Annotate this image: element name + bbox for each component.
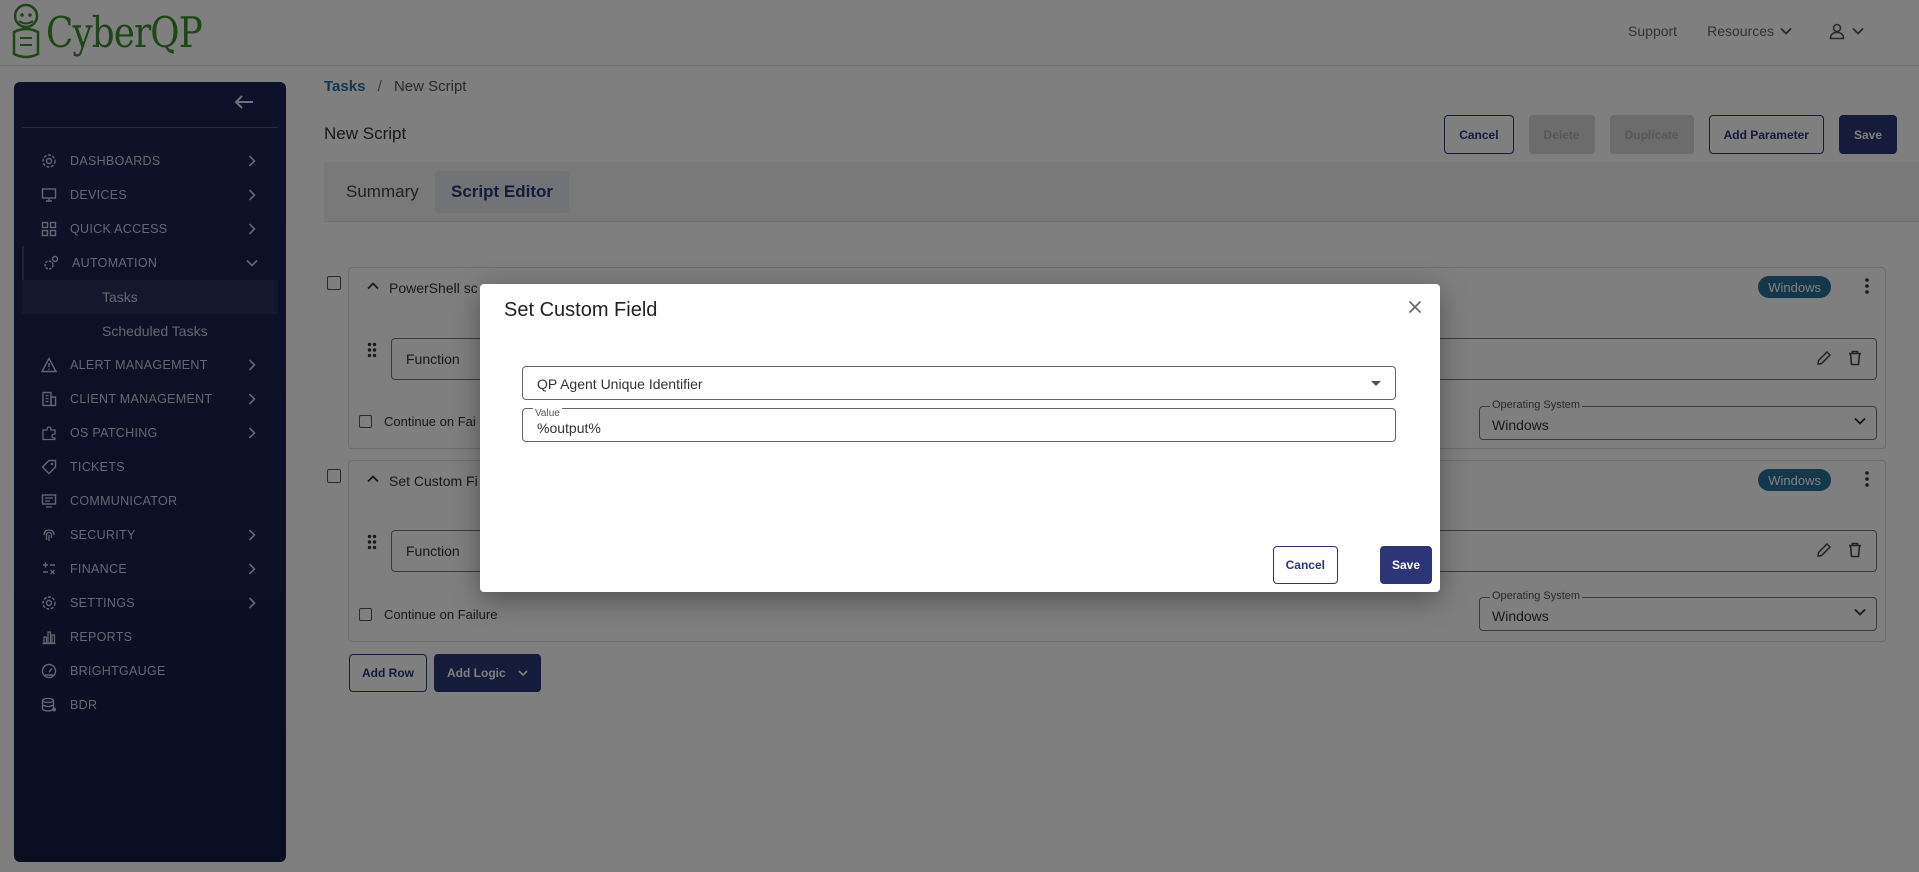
dialog-title: Set Custom Field bbox=[504, 299, 658, 321]
custom-field-select[interactable]: QP Agent Unique Identifier bbox=[522, 366, 1396, 400]
caret-down-icon bbox=[1371, 381, 1381, 386]
dialog-save-button[interactable]: Save bbox=[1379, 546, 1432, 584]
close-icon[interactable] bbox=[1408, 300, 1422, 314]
dialog-cancel-button[interactable]: Cancel bbox=[1272, 546, 1338, 584]
value-input[interactable]: Value %output% bbox=[522, 408, 1396, 442]
value-label: Value bbox=[533, 408, 562, 419]
value-text: %output% bbox=[537, 420, 601, 436]
set-custom-field-dialog: Set Custom Field QP Agent Unique Identif… bbox=[480, 284, 1440, 592]
custom-field-value: QP Agent Unique Identifier bbox=[537, 376, 703, 392]
